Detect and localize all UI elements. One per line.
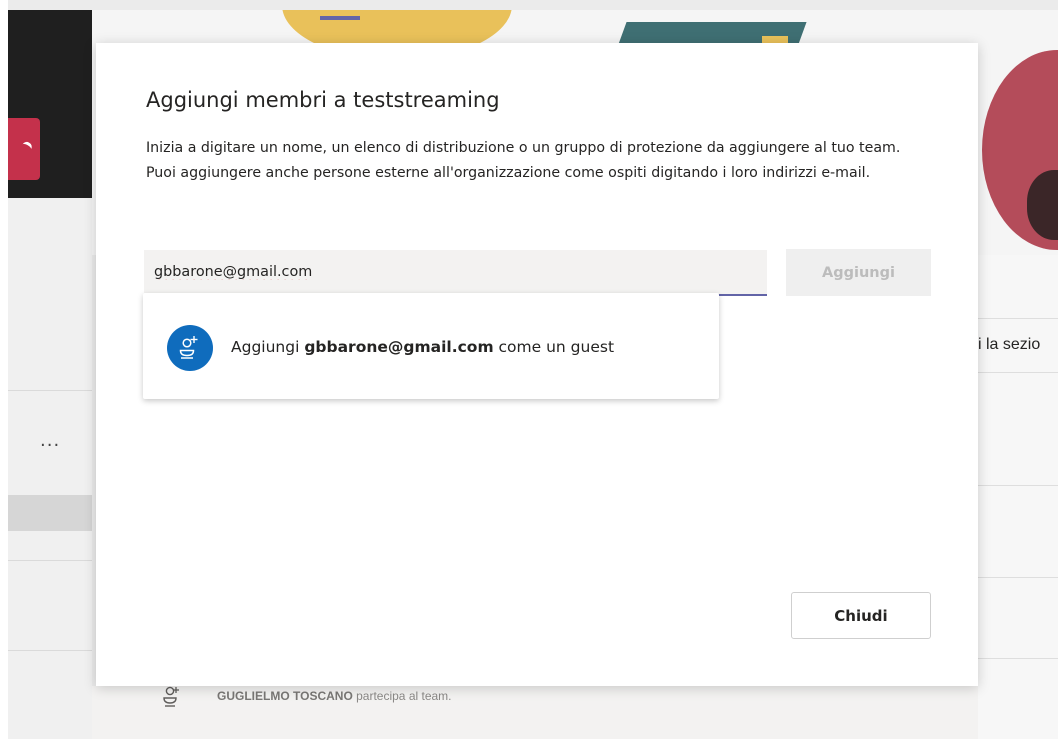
- right-column: [978, 255, 1058, 739]
- divider: [978, 372, 1058, 373]
- guest-suggestion-text: Aggiungi gbbarone@gmail.com come un gues…: [231, 338, 614, 356]
- banner-shape: [320, 16, 360, 20]
- divider: [978, 577, 1058, 578]
- channel-list: [8, 198, 92, 739]
- activity-member-name: GUGLIELMO TOSCANO: [217, 689, 353, 703]
- add-guest-icon: [167, 325, 213, 371]
- member-search-input[interactable]: [144, 250, 767, 296]
- close-button[interactable]: Chiudi: [791, 592, 931, 639]
- activity-message-suffix: partecipa al team.: [352, 689, 452, 703]
- member-joined-icon: [163, 686, 179, 707]
- divider: [978, 485, 1058, 486]
- call-button[interactable]: [8, 118, 40, 180]
- dialog-description: Inizia a digitare un nome, un elenco di …: [146, 140, 901, 181]
- dialog-title: Aggiungi membri a teststreaming: [146, 88, 500, 112]
- add-button[interactable]: Aggiungi: [786, 249, 931, 296]
- more-options-icon[interactable]: ...: [40, 430, 60, 451]
- activity-message: GUGLIELMO TOSCANO partecipa al team.: [217, 689, 452, 703]
- divider: [8, 390, 92, 391]
- section-link-text[interactable]: i la sezio: [978, 336, 1040, 354]
- divider: [8, 560, 92, 561]
- suggestion-suffix: come un guest: [493, 338, 615, 356]
- divider: [978, 658, 1058, 659]
- add-members-dialog: Aggiungi membri a teststreaming Inizia a…: [96, 43, 978, 686]
- divider: [8, 650, 92, 651]
- suggestion-email: gbbarone@gmail.com: [304, 338, 494, 356]
- guest-suggestion-item[interactable]: Aggiungi gbbarone@gmail.com come un gues…: [143, 293, 719, 399]
- divider: [978, 318, 1058, 319]
- suggestion-prefix: Aggiungi: [231, 338, 305, 356]
- selected-channel-band: [8, 495, 92, 531]
- left-rail: [0, 0, 8, 739]
